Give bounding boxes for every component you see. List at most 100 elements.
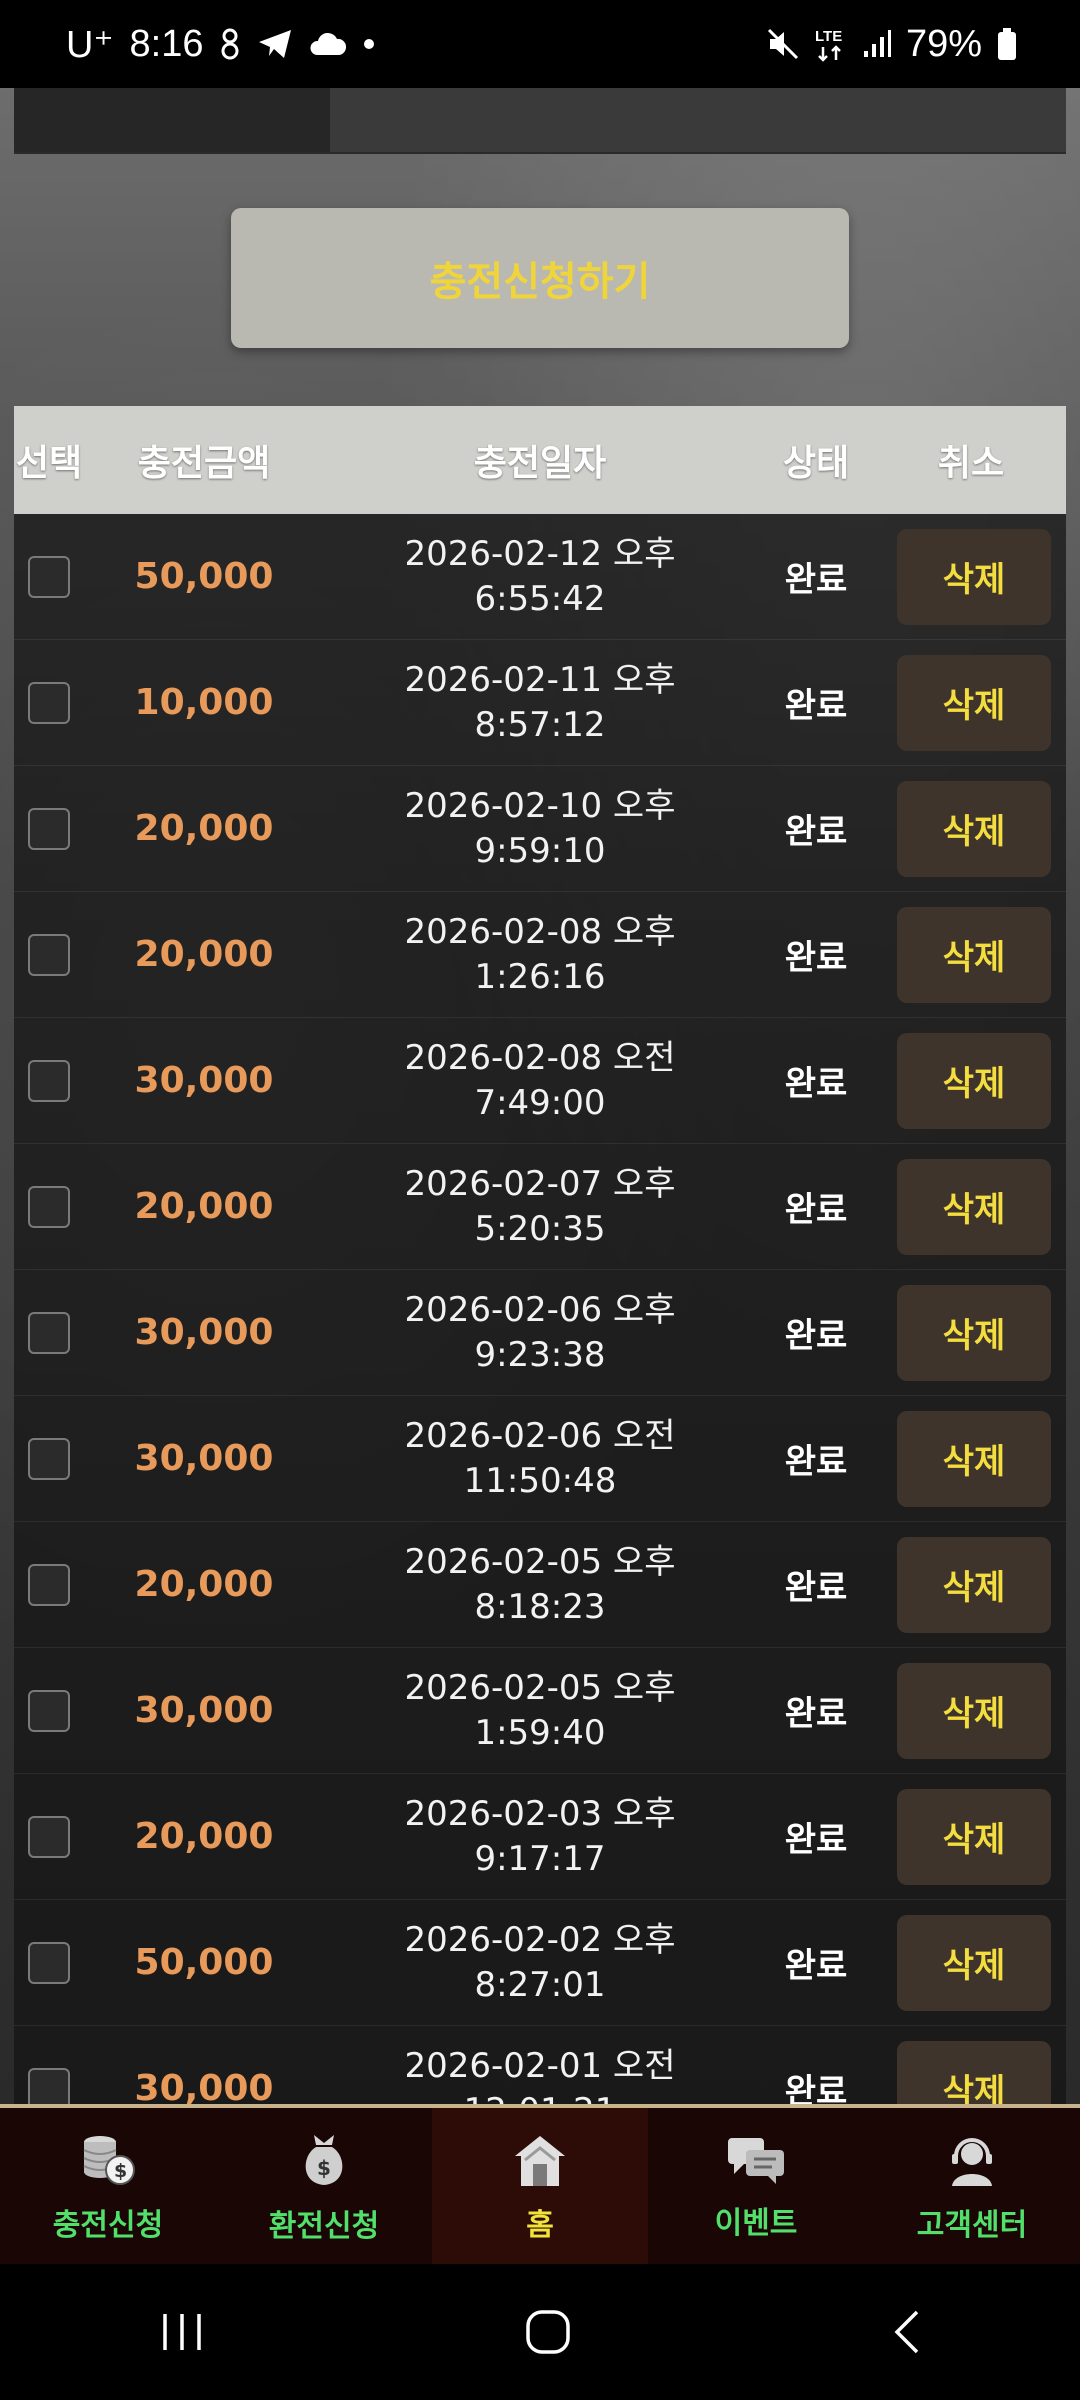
table-row: 30,000 2026-02-08 오전 7:49:00 완료 삭제 [14, 1018, 1066, 1144]
charge-request-button[interactable]: 충전신청하기 [231, 208, 849, 348]
nav-charge-request[interactable]: $ 충전신청 [0, 2108, 216, 2268]
row-checkbox[interactable] [28, 1941, 70, 1984]
svg-text:$: $ [114, 2160, 127, 2182]
nav-event[interactable]: 이벤트 [648, 2108, 864, 2268]
row-checkbox[interactable] [28, 1311, 70, 1354]
row-status: 완료 [784, 1064, 848, 1104]
row-checkbox[interactable] [28, 1815, 70, 1858]
recent-apps-icon[interactable] [159, 2312, 205, 2352]
row-date-line1: 2026-02-11 오후 [404, 659, 676, 700]
coins-dollar-icon: $ [78, 2132, 138, 2188]
table-row: 10,000 2026-02-11 오후 8:57:12 완료 삭제 [14, 640, 1066, 766]
row-date-line2: 9:23:38 [474, 1334, 606, 1375]
row-amount: 20,000 [134, 808, 274, 849]
row-checkbox[interactable] [28, 933, 70, 976]
status-right: LTE 79% [766, 23, 1018, 66]
row-amount: 10,000 [134, 682, 274, 723]
row-amount: 50,000 [134, 556, 274, 597]
nav-home[interactable]: 홈 [432, 2108, 648, 2268]
row-date-line1: 2026-02-01 오전 [404, 2045, 676, 2086]
row-date-line1: 2026-02-10 오후 [404, 785, 676, 826]
row-checkbox[interactable] [28, 1059, 70, 1102]
nav-exchange-request[interactable]: $ 환전신청 [216, 2108, 432, 2268]
battery-icon [996, 27, 1018, 61]
row-date-line2: 8:27:01 [474, 1964, 606, 2005]
header-select: 선택 [15, 443, 83, 484]
delete-button[interactable]: 삭제 [897, 1788, 1051, 1885]
table-row: 50,000 2026-02-12 오후 6:55:42 완료 삭제 [14, 514, 1066, 640]
main-content[interactable]: 충전신청하기 선택 충전금액 충전일자 상태 취소 50,000 2026-02… [0, 88, 1080, 2104]
delete-button[interactable]: 삭제 [897, 1536, 1051, 1633]
row-amount: 20,000 [134, 1816, 274, 1857]
nav-label-exchange: 환전신청 [268, 2209, 380, 2244]
row-date-line2: 12:01:21 [324, 2089, 756, 2105]
table-row: 50,000 2026-02-02 오후 8:27:01 완료 삭제 [14, 1900, 1066, 2026]
nav-label-home: 홈 [526, 2208, 554, 2243]
chat-bubbles-icon [726, 2134, 786, 2186]
row-amount: 50,000 [134, 1942, 274, 1983]
row-amount: 30,000 [134, 2068, 274, 2104]
row-checkbox[interactable] [28, 2067, 70, 2104]
row-checkbox[interactable] [28, 807, 70, 850]
delete-button[interactable]: 삭제 [897, 2040, 1051, 2104]
system-navigation-bar [0, 2264, 1080, 2400]
row-status: 완료 [784, 1694, 848, 1734]
table-row: 20,000 2026-02-10 오후 9:59:10 완료 삭제 [14, 766, 1066, 892]
row-date-line1: 2026-02-08 오전 [404, 1037, 676, 1078]
delete-button[interactable]: 삭제 [897, 780, 1051, 877]
delete-button[interactable]: 삭제 [897, 1158, 1051, 1255]
carrier-label: U⁺ [66, 23, 114, 66]
lte-icon: LTE [814, 25, 848, 63]
row-date: 2026-02-02 오후 8:27:01 [324, 1918, 756, 2008]
row-amount: 30,000 [134, 1312, 274, 1353]
row-amount: 30,000 [134, 1690, 274, 1731]
row-status: 완료 [784, 938, 848, 978]
header-date: 충전일자 [473, 443, 607, 484]
table-row: 30,000 2026-02-05 오후 1:59:40 완료 삭제 [14, 1648, 1066, 1774]
row-status: 완료 [784, 1190, 848, 1230]
row-date: 2026-02-11 오후 8:57:12 [324, 658, 756, 748]
delete-button[interactable]: 삭제 [897, 906, 1051, 1003]
nav-label-charge: 충전신청 [52, 2208, 164, 2243]
header-amount: 충전금액 [137, 443, 271, 484]
telegram-icon [257, 28, 293, 60]
row-amount: 30,000 [134, 1060, 274, 1101]
row-date-line1: 2026-02-05 오후 [404, 1541, 676, 1582]
header-cancel: 취소 [937, 443, 1005, 484]
home-icon [511, 2132, 569, 2188]
status-left: U⁺ 8:16 [66, 22, 375, 67]
row-status: 완료 [784, 1568, 848, 1608]
back-icon[interactable] [891, 2308, 921, 2356]
row-checkbox[interactable] [28, 1563, 70, 1606]
delete-button[interactable]: 삭제 [897, 1914, 1051, 2011]
row-status: 완료 [784, 1946, 848, 1986]
row-checkbox[interactable] [28, 681, 70, 724]
delete-button[interactable]: 삭제 [897, 528, 1051, 625]
row-date: 2026-02-06 오후 9:23:38 [324, 1288, 756, 1378]
row-checkbox[interactable] [28, 1185, 70, 1228]
nav-customer-center[interactable]: 고객센터 [864, 2108, 1080, 2268]
row-date: 2026-02-01 오전 12:01:21 [324, 2044, 756, 2105]
row-checkbox[interactable] [28, 1437, 70, 1480]
delete-button[interactable]: 삭제 [897, 1662, 1051, 1759]
delete-button[interactable]: 삭제 [897, 1284, 1051, 1381]
row-status: 완료 [784, 1820, 848, 1860]
clock: 8:16 [129, 22, 204, 65]
row-date: 2026-02-06 오전 11:50:48 [324, 1414, 756, 1504]
row-checkbox[interactable] [28, 1689, 70, 1732]
row-date-line2: 8:57:12 [474, 704, 606, 745]
row-date-line1: 2026-02-07 오후 [404, 1163, 676, 1204]
row-date: 2026-02-05 오후 8:18:23 [324, 1540, 756, 1630]
cloud-icon [309, 31, 347, 57]
table-row: 20,000 2026-02-07 오후 5:20:35 완료 삭제 [14, 1144, 1066, 1270]
status-bar: U⁺ 8:16 LTE 79% [0, 0, 1080, 88]
row-date-line1: 2026-02-06 오후 [404, 1289, 676, 1330]
row-date-line1: 2026-02-06 오전 [404, 1415, 676, 1456]
delete-button[interactable]: 삭제 [897, 1410, 1051, 1507]
home-button-icon[interactable] [524, 2308, 572, 2356]
row-checkbox[interactable] [28, 555, 70, 598]
notification-icon [219, 27, 241, 61]
delete-button[interactable]: 삭제 [897, 654, 1051, 751]
delete-button[interactable]: 삭제 [897, 1032, 1051, 1129]
row-date-line1: 2026-02-03 오후 [404, 1793, 676, 1834]
